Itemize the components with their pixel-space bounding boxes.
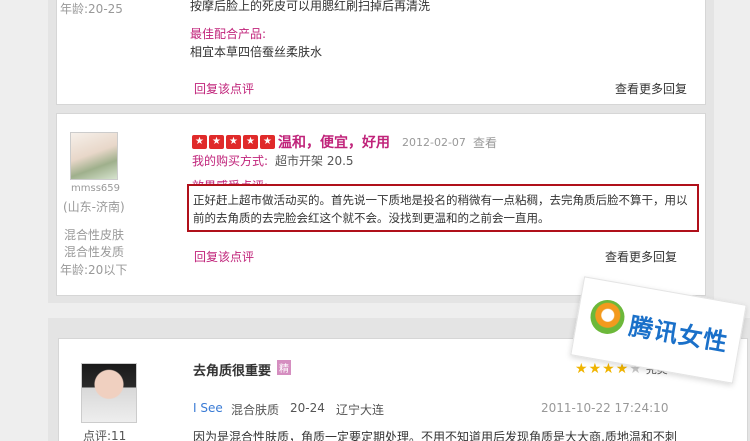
avatar[interactable]	[70, 132, 118, 180]
avatar[interactable]	[81, 363, 137, 423]
review-2-skin-type: 混合性皮肤	[64, 228, 125, 242]
review-3-points: 点评:11	[83, 429, 127, 441]
review-2-reply-link[interactable]: 回复该点评	[194, 248, 254, 265]
review-3-username[interactable]: I See	[193, 401, 223, 415]
review-1-best-match-label: 最佳配合产品:	[190, 27, 267, 41]
review-2-title: 温和，便宜，好用	[278, 135, 390, 151]
star-icon: ★	[575, 361, 588, 377]
review-2-age: 年龄:20以下	[60, 263, 128, 277]
review-3-featured-tag: 精	[277, 360, 291, 375]
star-icon: ★	[226, 135, 241, 149]
review-2-rating: ★ ★ ★ ★ ★	[192, 135, 275, 149]
review-2-body-highlight: 正好赶上超市做活动买的。首先说一下质地是投名的稍微有一点粘稠，去完角质后脸不算干…	[187, 184, 699, 232]
review-2-purchase-value: 超市开架 20.5	[275, 154, 354, 168]
review-1-card: 年龄:20-25 按摩后脸上的死皮可以用腮红刷扫掉后再清洗 最佳配合产品: 相宜…	[56, 0, 706, 105]
review-2-view-link[interactable]: 查看	[473, 134, 497, 151]
review-3-age-range: 20-24	[290, 401, 325, 415]
star-icon: ★	[260, 135, 275, 149]
review-2-body-line-2: 前的去角质的去完脸会红这个就不会。没找到更温和的之前会一直用。	[193, 211, 550, 225]
star-icon: ★	[588, 361, 602, 377]
review-1-more-replies-link[interactable]: 查看更多回复	[615, 80, 687, 97]
review-1-text: 按摩后脸上的死皮可以用腮红刷扫掉后再清洗	[190, 0, 431, 13]
tencent-women-logo-icon	[587, 297, 628, 337]
star-icon: ★	[192, 135, 207, 149]
review-1-age: 年龄:20-25	[60, 2, 123, 16]
review-1-best-match-value: 相宜本草四倍蚕丝柔肤水	[190, 45, 323, 59]
review-2-more-replies-link[interactable]: 查看更多回复	[605, 248, 677, 265]
review-3-skin-type: 混合肤质	[231, 403, 280, 417]
review-2-username[interactable]: mmss659	[71, 183, 120, 194]
star-icon: ★	[209, 135, 224, 149]
watermark-text: 腾讯女性	[626, 312, 731, 358]
review-3-location: 辽宁大连	[336, 403, 385, 417]
review-1-reply-link[interactable]: 回复该点评	[194, 80, 254, 97]
review-2-date: 2012-02-07	[402, 136, 466, 149]
review-3-datetime: 2011-10-22 17:24:10	[541, 401, 669, 415]
star-icon: ★	[602, 361, 615, 377]
star-icon: ★	[243, 135, 258, 149]
review-2-hair-type: 混合性发质	[64, 245, 125, 259]
review-3-title: 去角质很重要	[193, 364, 272, 379]
review-3-body-line-1: 因为是混合性肤质，角质一定要定期处理。不用不知道用后发现角质是大大商,质地温和不…	[193, 430, 677, 441]
review-2-body-line-1: 正好赶上超市做活动买的。首先说一下质地是投名的稍微有一点粘稠，去完角质后脸不算干…	[193, 193, 688, 207]
review-2-purchase-label: 我的购买方式:	[192, 154, 269, 168]
review-2-location: (山东-济南)	[63, 200, 125, 214]
